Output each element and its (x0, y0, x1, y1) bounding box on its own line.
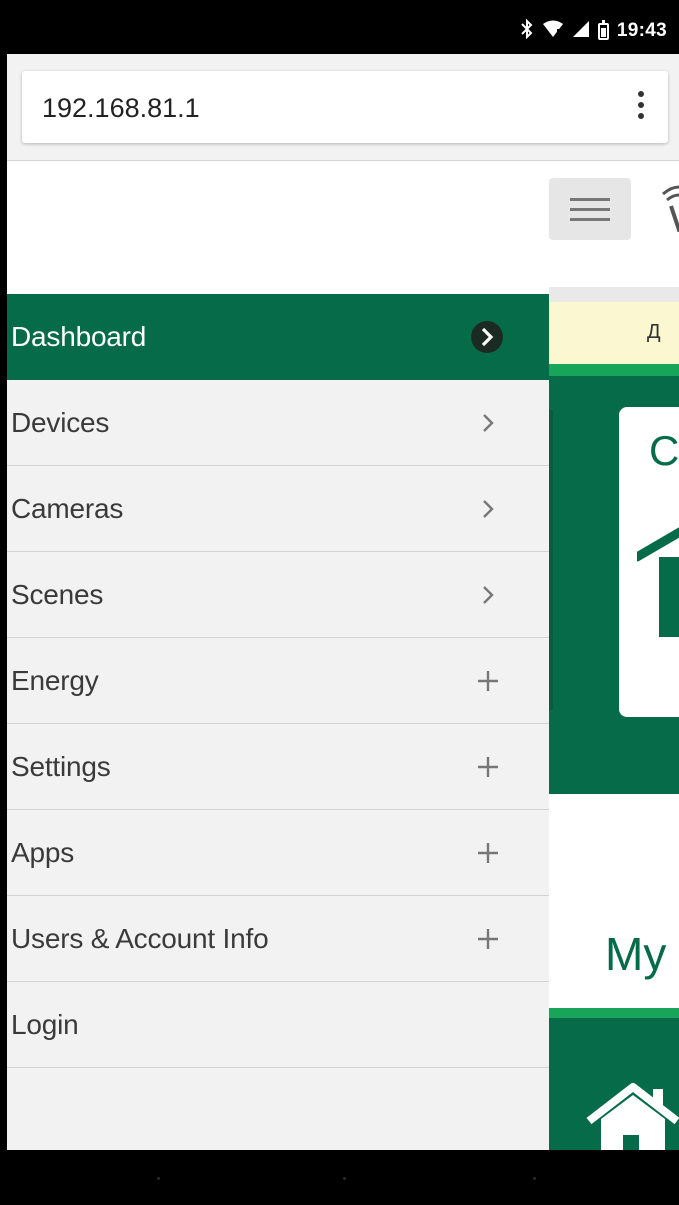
section-heading: My (605, 928, 667, 980)
nav-item-apps[interactable]: Apps (7, 810, 549, 896)
status-card-title: C (649, 427, 679, 474)
nav-item-label: Devices (11, 406, 110, 438)
plus-icon (473, 838, 503, 868)
plus-icon (473, 666, 503, 696)
nav-item-login[interactable]: Login (7, 982, 549, 1068)
notice-bar: Д (549, 302, 679, 364)
wifi-icon (542, 20, 564, 43)
url-text[interactable]: 192.168.81.1 (42, 93, 200, 124)
drawer-edge-shadow (549, 410, 553, 710)
house-icon (637, 527, 679, 637)
screen-top-edge (0, 0, 679, 8)
chevron-right-icon (473, 494, 503, 524)
chevron-right-icon (473, 580, 503, 610)
bluetooth-icon (520, 18, 534, 44)
browser-toolbar: 192.168.81.1 (7, 54, 679, 161)
nav-item-label: Scenes (11, 578, 104, 610)
nav-item-devices[interactable]: Devices (7, 380, 549, 466)
drawer-nav-list: Dashboard Devices Cameras Scenes Energy … (7, 294, 549, 1068)
status-card[interactable]: C (619, 407, 679, 717)
header-divider (549, 287, 679, 302)
drawer-header (7, 162, 549, 294)
screen-left-edge (0, 0, 7, 1205)
nav-item-label: Energy (11, 664, 99, 696)
battery-icon (597, 19, 609, 40)
status-bar: 19:43 (0, 8, 679, 54)
nav-item-label: Cameras (11, 492, 124, 524)
plus-icon (473, 924, 503, 954)
nav-item-cameras[interactable]: Cameras (7, 466, 549, 552)
nav-item-energy[interactable]: Energy (7, 638, 549, 724)
home-icon (586, 1083, 679, 1150)
notice-text: Д (647, 321, 661, 343)
nav-item-dashboard[interactable]: Dashboard (7, 294, 549, 380)
chevron-right-icon (471, 320, 503, 353)
nav-item-label: Login (11, 1008, 79, 1040)
nav-item-scenes[interactable]: Scenes (7, 552, 549, 638)
phone-screen: 19:43 192.168.81.1 Д C My Dashboard Devi… (0, 0, 679, 1205)
chevron-right-icon (473, 408, 503, 438)
navigation-drawer: Dashboard Devices Cameras Scenes Energy … (7, 162, 549, 1150)
nav-back-button[interactable] (157, 1177, 160, 1180)
nav-item-settings[interactable]: Settings (7, 724, 549, 810)
plus-icon (473, 752, 503, 782)
hamburger-menu-icon[interactable] (549, 178, 631, 240)
system-navigation-bar (0, 1150, 679, 1205)
nav-item-label: Settings (11, 750, 111, 782)
nav-item-users-account[interactable]: Users & Account Info (7, 896, 549, 982)
overflow-menu-icon[interactable] (636, 91, 646, 123)
page-content: Д C My (549, 162, 679, 1150)
device-tile[interactable] (549, 1008, 679, 1150)
signal-icon (572, 20, 590, 43)
url-field[interactable]: 192.168.81.1 (22, 71, 668, 143)
status-time: 19:43 (616, 20, 667, 41)
nav-item-label: Apps (11, 836, 75, 868)
nav-home-button[interactable] (343, 1177, 346, 1180)
nav-item-label: Dashboard (11, 320, 147, 352)
logo-icon (662, 185, 679, 232)
nav-item-label: Users & Account Info (11, 922, 269, 954)
nav-recents-button[interactable] (533, 1177, 536, 1180)
